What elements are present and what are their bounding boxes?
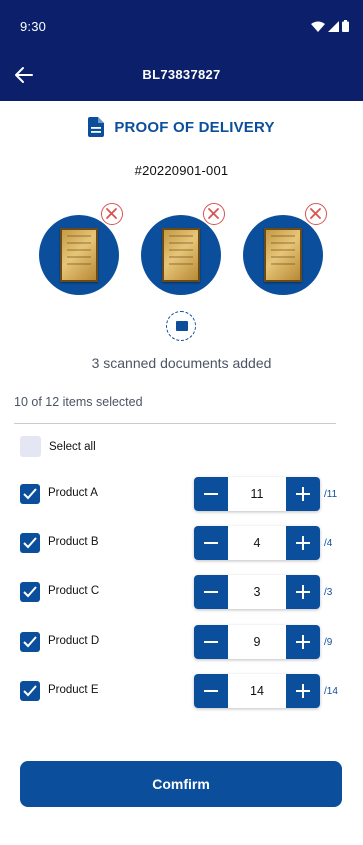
product-row: Product C /3 — [20, 575, 340, 609]
max-quantity: /14 — [324, 686, 338, 697]
battery-icon — [342, 20, 349, 32]
product-name: Product D — [48, 635, 100, 647]
scanned-document-2[interactable] — [141, 203, 225, 295]
select-all-checkbox[interactable]: Select all — [20, 436, 96, 457]
product-row: Product D /9 — [20, 625, 340, 659]
top-bar: 9:30 BL73837827 — [0, 0, 363, 101]
product-row: Product B /4 — [20, 526, 340, 560]
remove-document-button[interactable] — [305, 203, 327, 225]
status-bar: 9:30 — [0, 0, 363, 50]
document-thumbnail — [162, 228, 200, 282]
app-bar: BL73837827 — [0, 50, 363, 101]
product-checkbox[interactable] — [20, 582, 40, 602]
remove-document-button[interactable] — [101, 203, 123, 225]
max-quantity: /4 — [324, 538, 333, 549]
order-number: #20220901-001 — [134, 163, 229, 178]
decrease-button[interactable] — [194, 625, 228, 659]
selection-summary: 10 of 12 items selected — [14, 395, 143, 409]
quantity-stepper — [194, 625, 320, 659]
signal-icon — [328, 20, 339, 32]
product-checkbox[interactable] — [20, 533, 40, 553]
document-icon — [88, 117, 105, 137]
scanned-document-1[interactable] — [39, 203, 123, 295]
product-checkbox[interactable] — [20, 484, 40, 504]
pod-header: PROOF OF DELIVERY — [0, 117, 363, 137]
product-name: Product E — [48, 684, 99, 696]
pod-title: PROOF OF DELIVERY — [114, 118, 275, 136]
quantity-input[interactable] — [228, 526, 286, 560]
checkbox-unchecked[interactable] — [20, 436, 41, 457]
check-icon — [23, 586, 37, 598]
document-thumbnail — [264, 228, 302, 282]
increase-button[interactable] — [286, 526, 320, 560]
product-name: Product B — [48, 536, 99, 548]
quantity-input[interactable] — [228, 674, 286, 708]
increase-button[interactable] — [286, 625, 320, 659]
increase-button[interactable] — [286, 477, 320, 511]
confirm-button[interactable]: Comfirm — [20, 761, 342, 807]
max-quantity: /9 — [324, 637, 333, 648]
document-thumbnail — [60, 228, 98, 282]
product-row: Product E /14 — [20, 674, 340, 708]
check-icon — [23, 537, 37, 549]
increase-button[interactable] — [286, 674, 320, 708]
quantity-input[interactable] — [228, 575, 286, 609]
decrease-button[interactable] — [194, 674, 228, 708]
product-name: Product C — [48, 585, 100, 597]
max-quantity: /11 — [324, 489, 338, 500]
product-checkbox[interactable] — [20, 632, 40, 652]
scanned-documents-status: 3 scanned documents added — [91, 355, 272, 371]
check-icon — [23, 636, 37, 648]
quantity-stepper — [194, 674, 320, 708]
max-quantity: /3 — [324, 587, 333, 598]
decrease-button[interactable] — [194, 575, 228, 609]
quantity-stepper — [194, 526, 320, 560]
wifi-icon — [311, 21, 325, 32]
status-icons — [311, 20, 349, 32]
increase-button[interactable] — [286, 575, 320, 609]
quantity-input[interactable] — [228, 477, 286, 511]
divider — [14, 423, 336, 424]
quantity-stepper — [194, 477, 320, 511]
decrease-button[interactable] — [194, 526, 228, 560]
product-row: Product A /11 — [20, 477, 340, 511]
close-icon — [106, 208, 117, 219]
decrease-button[interactable] — [194, 477, 228, 511]
select-all-label: Select all — [49, 440, 96, 453]
close-icon — [208, 208, 219, 219]
product-checkbox[interactable] — [20, 681, 40, 701]
close-icon — [310, 208, 321, 219]
check-icon — [23, 685, 37, 697]
quantity-input[interactable] — [228, 625, 286, 659]
remove-document-button[interactable] — [203, 203, 225, 225]
scanned-document-3[interactable] — [243, 203, 327, 295]
quantity-stepper — [194, 575, 320, 609]
page-title: BL73837827 — [142, 67, 221, 82]
product-name: Product A — [48, 487, 98, 499]
status-time: 9:30 — [20, 19, 47, 34]
image-icon — [176, 321, 188, 331]
check-icon — [23, 488, 37, 500]
add-scan-button[interactable] — [166, 311, 196, 341]
